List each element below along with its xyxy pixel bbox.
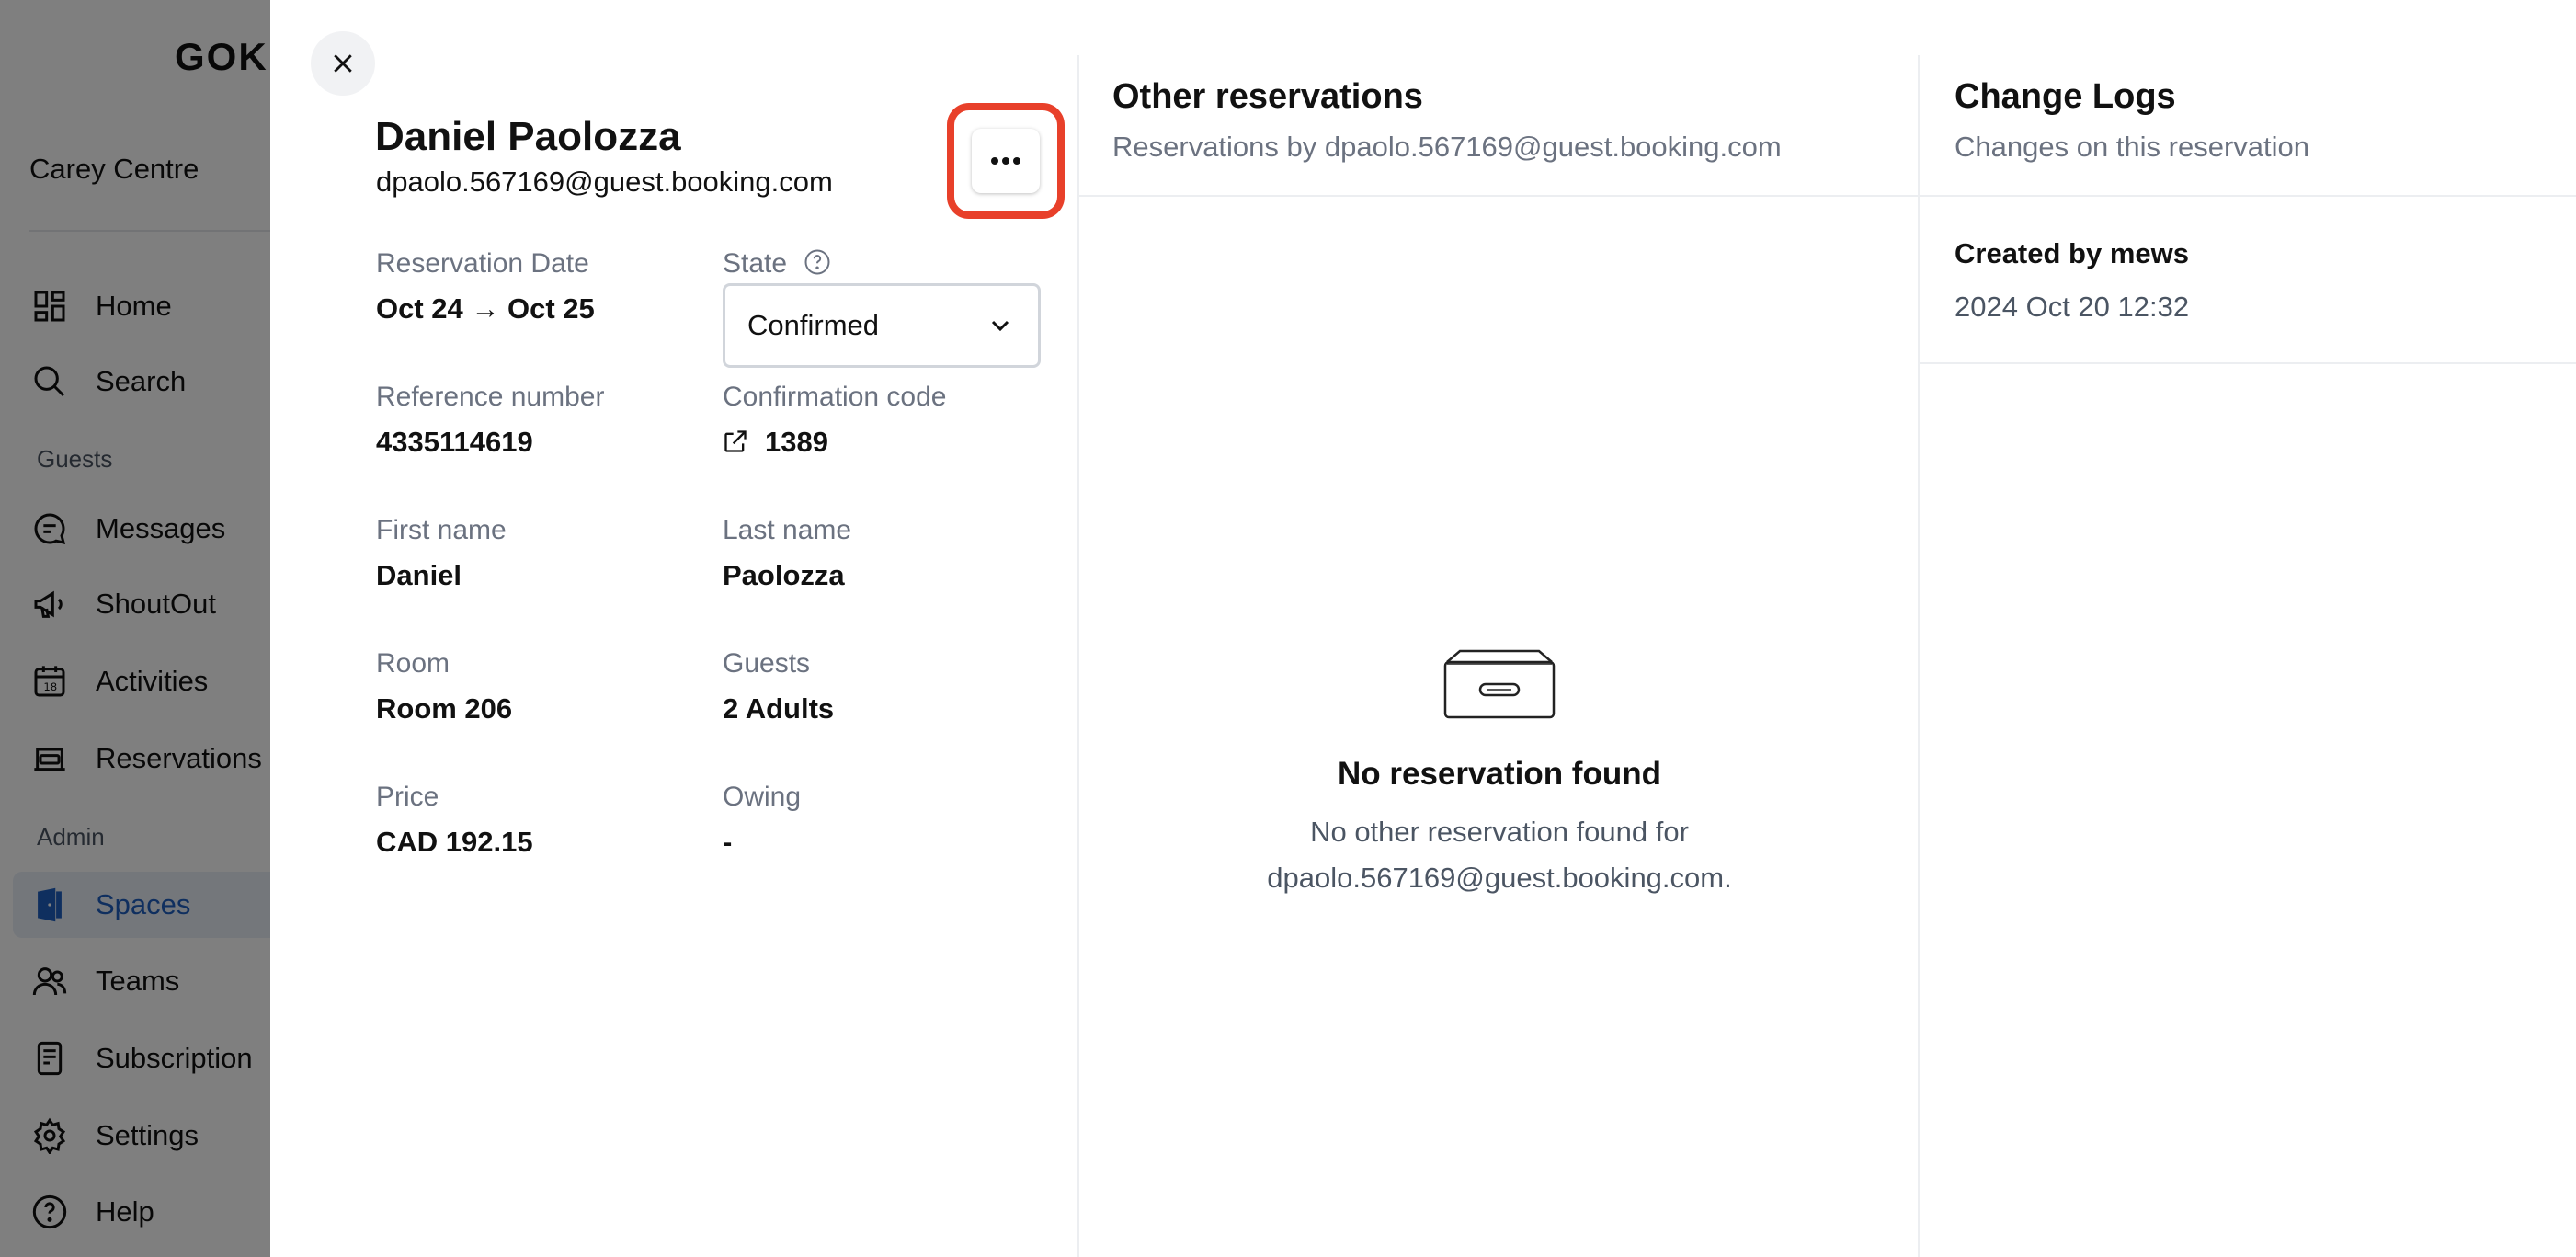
confirmation-code-value: 1389 bbox=[765, 426, 828, 458]
change-logs-subtitle: Changes on this reservation bbox=[1955, 131, 2310, 163]
room-value: Room 206 bbox=[376, 692, 513, 725]
change-logs-panel: Change Logs Changes on this reservation … bbox=[1920, 0, 2576, 1257]
room-label: Room bbox=[376, 648, 450, 679]
price-value: CAD 192.15 bbox=[376, 826, 533, 858]
empty-state-line-2: dpaolo.567169@guest.booking.com. bbox=[1267, 862, 1732, 894]
empty-state-line-1: No other reservation found for bbox=[1310, 816, 1689, 848]
close-icon bbox=[334, 54, 352, 73]
header-divider bbox=[1079, 195, 1920, 197]
price-label: Price bbox=[376, 782, 439, 812]
empty-box-icon bbox=[1443, 649, 1556, 719]
guest-details-panel: Daniel Paolozza dpaolo.567169@guest.book… bbox=[270, 0, 1079, 1257]
reservation-date-label: Reservation Date bbox=[376, 248, 589, 279]
more-actions-highlight bbox=[947, 103, 1065, 219]
other-reservations-subtitle: Reservations by dpaolo.567169@guest.book… bbox=[1112, 131, 1782, 163]
confirmation-code-label: Confirmation code bbox=[723, 382, 947, 412]
state-select[interactable]: Confirmed bbox=[723, 283, 1041, 368]
more-horizontal-icon bbox=[991, 157, 1020, 165]
log-entry-time: 2024 Oct 20 12:32 bbox=[1955, 291, 2190, 323]
help-circle-icon[interactable] bbox=[804, 248, 831, 276]
last-name-value: Paolozza bbox=[723, 559, 845, 591]
guest-name: Daniel Paolozza bbox=[375, 114, 681, 159]
reservation-date-value: Oct 24 → Oct 25 bbox=[376, 292, 595, 325]
other-reservations-panel: Other reservations Reservations by dpaol… bbox=[1079, 0, 1920, 1257]
last-name-label: Last name bbox=[723, 515, 852, 545]
log-entry-title: Created by mews bbox=[1955, 237, 2189, 269]
owing-value: - bbox=[723, 826, 733, 858]
confirmation-code-link[interactable]: 1389 bbox=[723, 426, 828, 459]
reservation-drawer: Daniel Paolozza dpaolo.567169@guest.book… bbox=[270, 0, 2576, 1257]
reference-number-value: 4335114619 bbox=[376, 426, 533, 458]
owing-label: Owing bbox=[723, 782, 802, 812]
state-label-wrap: State bbox=[723, 248, 831, 280]
guests-label: Guests bbox=[723, 648, 811, 679]
first-name-label: First name bbox=[376, 515, 507, 545]
state-label: State bbox=[723, 248, 788, 279]
close-button[interactable] bbox=[311, 31, 375, 96]
more-actions-button[interactable] bbox=[972, 129, 1040, 193]
empty-state-description: No other reservation found for dpaolo.56… bbox=[1079, 809, 1920, 901]
state-select-value: Confirmed bbox=[747, 309, 879, 341]
chevron-down-icon bbox=[991, 320, 1009, 332]
external-link-icon bbox=[724, 430, 747, 452]
header-divider bbox=[1920, 195, 2576, 197]
first-name-value: Daniel bbox=[376, 559, 462, 591]
empty-state-title: No reservation found bbox=[1338, 756, 1661, 792]
log-entry-divider bbox=[1920, 362, 2576, 364]
change-logs-title: Change Logs bbox=[1955, 77, 2176, 116]
reference-number-label: Reference number bbox=[376, 382, 605, 412]
guests-value: 2 Adults bbox=[723, 692, 835, 725]
other-reservations-title: Other reservations bbox=[1112, 77, 1423, 116]
guest-email: dpaolo.567169@guest.booking.com bbox=[376, 166, 833, 198]
